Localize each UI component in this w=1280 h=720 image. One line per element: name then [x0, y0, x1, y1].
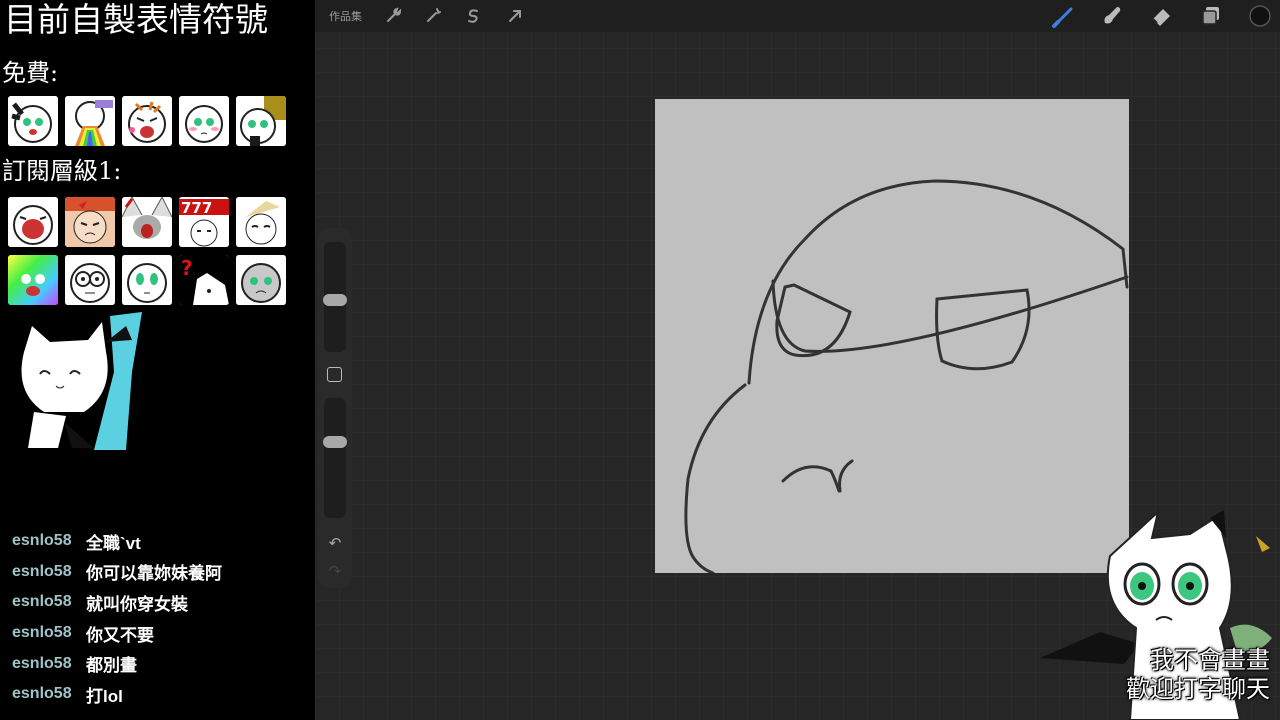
- drawing-canvas[interactable]: [655, 99, 1129, 573]
- chat-message: esnlo58 打lol: [12, 679, 308, 710]
- chat-username: esnlo58: [12, 685, 72, 703]
- emote-cat-shy: [179, 96, 229, 146]
- free-emotes-label: 免費:: [2, 59, 59, 87]
- svg-text:?: ?: [181, 256, 193, 280]
- chat-text: 打lol: [86, 686, 123, 706]
- tier1-emotes-row-1: 777: [8, 197, 286, 247]
- chat-text: 都別畫: [86, 656, 137, 676]
- emote-cat-shout: [122, 96, 172, 146]
- stream-overlay-panel: 目前自製表情符號 免費: 訂閱層級1: 777 ? esnlo58 全職`vt …: [0, 0, 312, 720]
- undo-button[interactable]: ↶: [325, 534, 345, 552]
- chat-text: 你可以靠妳妹養阿: [86, 564, 222, 584]
- color-icon[interactable]: [1247, 3, 1273, 29]
- smudge-icon[interactable]: [1099, 3, 1125, 29]
- brush-icon[interactable]: [1051, 3, 1077, 29]
- emote-cat-777: 777: [179, 197, 229, 247]
- emote-cat-blank: [122, 255, 172, 305]
- chat-message: esnlo58 你可以靠妳妹養阿: [12, 557, 308, 588]
- emote-cat-rainbow: [65, 96, 115, 146]
- emote-cat-angry: [65, 197, 115, 247]
- sketch-drawing: [684, 179, 1129, 573]
- gallery-button[interactable]: 作品集: [329, 8, 362, 24]
- emote-cat-sparkle: [236, 96, 286, 146]
- emote-cat-happy: [8, 96, 58, 146]
- chat-message: esnlo58 都別畫: [12, 648, 308, 679]
- stream-caption: 我不會畫畫 歡迎打字聊天: [1126, 646, 1270, 704]
- chat-message: esnlo58 全職`vt: [12, 526, 308, 557]
- emote-cat-question: ?: [179, 255, 229, 305]
- chat-message: esnlo58 就叫你穿女裝: [12, 587, 308, 618]
- chat-username: esnlo58: [12, 532, 72, 550]
- free-emotes-row: [8, 96, 286, 146]
- left-sidebar: ↶ ↷: [318, 228, 352, 588]
- emote-cat-yell: [8, 197, 58, 247]
- transform-arrow-icon[interactable]: [505, 6, 525, 26]
- wrench-icon[interactable]: [383, 6, 403, 26]
- emote-cat-gray: [236, 255, 286, 305]
- chat-username: esnlo58: [12, 593, 72, 611]
- emote-cat-stare: [65, 255, 115, 305]
- tier1-emotes-label: 訂閱層級1:: [2, 157, 122, 185]
- chat-username: esnlo58: [12, 562, 72, 580]
- opacity-slider[interactable]: [323, 398, 347, 518]
- chat-text: 就叫你穿女裝: [86, 594, 188, 614]
- brush-size-handle[interactable]: [323, 294, 347, 306]
- emote-cat-rainbow-face: [8, 255, 58, 305]
- chat-text: 全職`vt: [86, 533, 141, 553]
- caption-line-2: 歡迎打字聊天: [1126, 675, 1270, 703]
- chat-username: esnlo58: [12, 624, 72, 642]
- opacity-handle[interactable]: [323, 436, 347, 448]
- brush-size-slider[interactable]: [323, 242, 347, 352]
- redo-button[interactable]: ↷: [325, 562, 345, 580]
- chat-log: esnlo58 全職`vt esnlo58 你可以靠妳妹養阿 esnlo58 就…: [12, 526, 308, 710]
- emote-cat-smug: [236, 197, 286, 247]
- emote-cat-cry: [122, 197, 172, 247]
- tier1-emotes-row-2: ?: [8, 255, 286, 305]
- mascot-sticker: [14, 312, 144, 450]
- selection-icon[interactable]: [463, 6, 483, 26]
- top-toolbar: 作品集: [315, 0, 1280, 32]
- svg-text:777: 777: [181, 199, 212, 217]
- modify-button[interactable]: [327, 367, 342, 382]
- chat-message: esnlo58 你又不要: [12, 618, 308, 649]
- layers-icon[interactable]: [1198, 3, 1224, 29]
- chat-text: 你又不要: [86, 625, 154, 645]
- caption-line-1: 我不會畫畫: [1150, 646, 1270, 674]
- magic-wand-icon[interactable]: [423, 6, 443, 26]
- eraser-icon[interactable]: [1149, 3, 1175, 29]
- overlay-title: 目前自製表情符號: [4, 0, 268, 39]
- chat-username: esnlo58: [12, 654, 72, 672]
